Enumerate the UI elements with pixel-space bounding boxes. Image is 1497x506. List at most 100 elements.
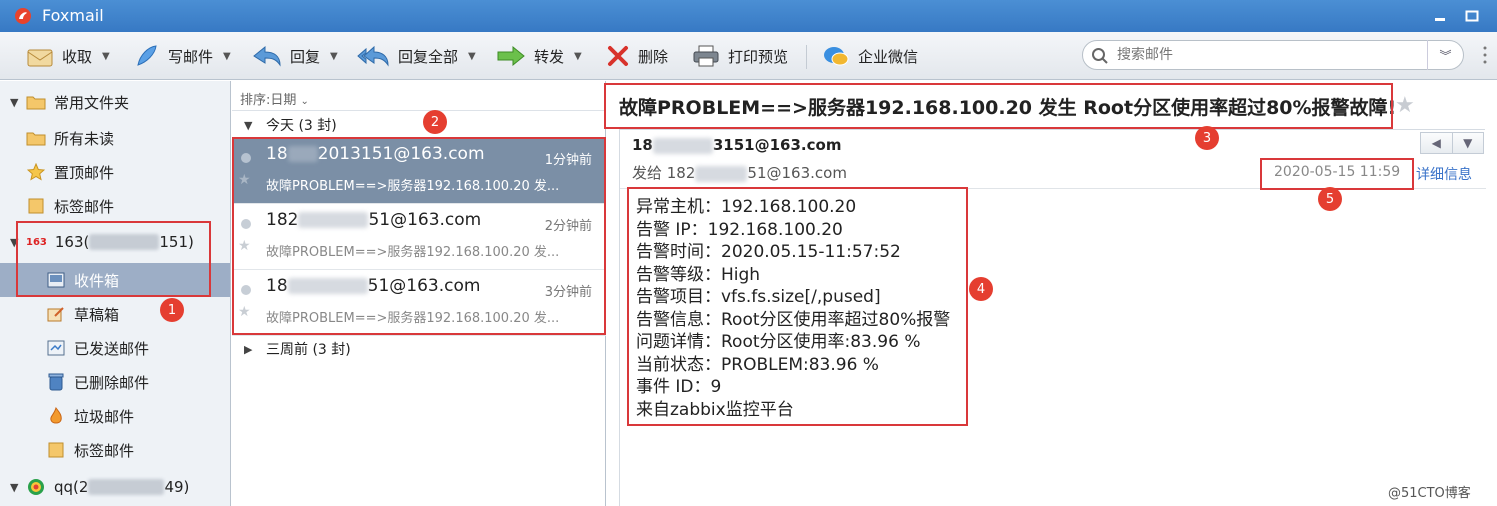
chevron-down-icon: ⌄ xyxy=(300,96,309,107)
printer-icon xyxy=(693,45,719,67)
foxmail-logo-icon xyxy=(15,8,31,24)
annotation-box-content xyxy=(627,187,968,426)
reply-button[interactable]: 回复 ▼ xyxy=(252,32,338,80)
annotation-badge-3: 3 xyxy=(1195,126,1219,150)
annotation-badge-2: 2 xyxy=(423,110,447,134)
sender-address: 18 3151@163.com xyxy=(632,136,841,154)
compose-label: 写邮件 xyxy=(168,47,214,66)
sidebar-account-qq[interactable]: ▼ qq(2 49) xyxy=(0,470,230,504)
delete-x-icon xyxy=(608,46,628,66)
sidebar-item-label: 常用文件夹 xyxy=(54,93,130,112)
foxmail-window: Foxmail 收取 ▼ 写邮件 ▼ 回复 ▼ 回复全部 ▼ 转发 ▼ 删除 打… xyxy=(0,0,1497,506)
sidebar-item-tagged-account[interactable]: 标签邮件 xyxy=(0,433,230,467)
title-bar: Foxmail xyxy=(0,0,1497,32)
star-icon[interactable]: ★ xyxy=(1395,93,1415,118)
chevron-down-icon[interactable]: ▼ xyxy=(574,51,582,62)
delete-button[interactable]: 删除 xyxy=(606,32,668,80)
minimize-icon[interactable] xyxy=(1432,8,1448,24)
search-input[interactable] xyxy=(1117,44,1417,66)
sender-part: 18 xyxy=(632,136,653,154)
wecom-label: 企业微信 xyxy=(858,47,919,66)
trash-icon xyxy=(46,373,66,391)
sidebar-item-label: 标签邮件 xyxy=(74,441,135,460)
compose-button[interactable]: 写邮件 ▼ xyxy=(134,32,231,80)
annotation-badge-1: 1 xyxy=(160,298,184,322)
toolbar-grip-icon[interactable] xyxy=(1482,44,1488,66)
qq-mail-logo-icon xyxy=(26,478,46,496)
sidebar-item-tagged[interactable]: 标签邮件 xyxy=(0,189,230,223)
account-label-suffix: 49) xyxy=(164,478,190,496)
print-preview-button[interactable]: 打印预览 xyxy=(692,32,788,80)
folder-icon xyxy=(26,93,46,111)
sidebar-item-pinned[interactable]: 置顶邮件 xyxy=(0,155,230,189)
collapse-arrow-icon[interactable]: ▶ xyxy=(244,343,258,356)
sidebar-item-label: 标签邮件 xyxy=(54,197,115,216)
details-link[interactable]: 详细信息 xyxy=(1416,164,1472,184)
app-title: Foxmail xyxy=(42,6,104,25)
print-preview-label: 打印预览 xyxy=(728,47,789,66)
sender-part: 3151@163.com xyxy=(712,136,842,154)
sidebar-item-label: 所有未读 xyxy=(54,129,115,148)
folder-icon xyxy=(26,129,46,147)
annotation-box-inbox xyxy=(16,221,211,297)
reply-all-label: 回复全部 xyxy=(398,47,459,66)
recipient-part: 发给 182 xyxy=(632,164,696,182)
sort-control[interactable]: 排序:日期 ⌄ xyxy=(232,81,606,111)
sidebar-item-deleted[interactable]: 已删除邮件 xyxy=(0,365,230,399)
recipient-line: 发给 182 51@163.com xyxy=(632,162,847,183)
group-header-three-weeks[interactable]: ▶ 三周前 (3 封) xyxy=(232,336,606,362)
tag-folder-icon xyxy=(46,441,66,459)
chevron-down-icon[interactable]: ▼ xyxy=(223,51,231,62)
group-header-today[interactable]: ▼ 今天 (3 封) xyxy=(232,112,606,138)
reply-actions: ◀ ▼ xyxy=(1420,132,1484,154)
sidebar-item-drafts[interactable]: 草稿箱 xyxy=(0,297,230,331)
search-box[interactable]: ︾ xyxy=(1082,40,1464,70)
account-label-prefix: qq(2 xyxy=(54,478,89,496)
maximize-icon[interactable] xyxy=(1464,8,1480,24)
forward-label: 转发 xyxy=(534,47,565,66)
chevron-down-icon[interactable]: ▼ xyxy=(468,51,476,62)
redacted-mask xyxy=(652,137,713,154)
receive-button[interactable]: 收取 ▼ xyxy=(26,32,110,80)
expand-arrow-icon[interactable]: ▼ xyxy=(10,96,26,109)
chevron-down-icon[interactable]: ▼ xyxy=(330,51,338,62)
sidebar-item-label: 已删除邮件 xyxy=(74,373,150,392)
reply-arrow-icon[interactable]: ◀ xyxy=(1421,133,1453,153)
sidebar-item-unread[interactable]: 所有未读 xyxy=(0,121,230,155)
sort-label: 排序:日期 xyxy=(240,93,297,108)
forward-arrow-icon xyxy=(497,45,525,67)
star-icon xyxy=(26,163,46,181)
group-label: 三周前 (3 封) xyxy=(266,342,351,358)
drafts-icon xyxy=(46,305,66,323)
reply-all-arrow-icon xyxy=(357,45,389,67)
sidebar-item-label: 垃圾邮件 xyxy=(74,407,135,426)
sidebar-item-label: 草稿箱 xyxy=(74,305,120,324)
sidebar-item-sent[interactable]: 已发送邮件 xyxy=(0,331,230,365)
reply-label: 回复 xyxy=(290,47,321,66)
receive-envelope-icon xyxy=(27,49,53,67)
delete-label: 删除 xyxy=(638,47,669,66)
sidebar-item-junk[interactable]: 垃圾邮件 xyxy=(0,399,230,433)
wecom-chat-icon xyxy=(824,47,849,66)
feather-pen-icon xyxy=(137,45,157,66)
sidebar-group-common[interactable]: ▼ 常用文件夹 xyxy=(0,85,230,119)
watermark: @51CTO博客 xyxy=(1388,486,1471,501)
wecom-button[interactable]: 企业微信 xyxy=(822,32,918,80)
junk-fire-icon xyxy=(46,407,66,425)
annotation-badge-4: 4 xyxy=(969,277,993,301)
tag-folder-icon xyxy=(26,197,46,215)
reply-all-button[interactable]: 回复全部 ▼ xyxy=(356,32,476,80)
expand-arrow-icon[interactable]: ▼ xyxy=(244,119,258,132)
annotation-box-mail-list xyxy=(232,137,606,335)
chevron-down-icon[interactable]: ▼ xyxy=(1453,133,1484,153)
redacted-mask xyxy=(695,165,748,182)
group-label: 今天 (3 封) xyxy=(266,118,337,134)
sidebar-item-label: 已发送邮件 xyxy=(74,339,150,358)
sidebar-item-label: 置顶邮件 xyxy=(54,163,115,182)
chevron-down-icon[interactable]: ▼ xyxy=(102,51,110,62)
search-options-chevron-icon[interactable]: ︾ xyxy=(1427,40,1463,70)
annotation-badge-5: 5 xyxy=(1318,187,1342,211)
toolbar-divider xyxy=(806,45,807,69)
forward-button[interactable]: 转发 ▼ xyxy=(496,32,582,80)
expand-arrow-icon[interactable]: ▼ xyxy=(10,481,26,494)
